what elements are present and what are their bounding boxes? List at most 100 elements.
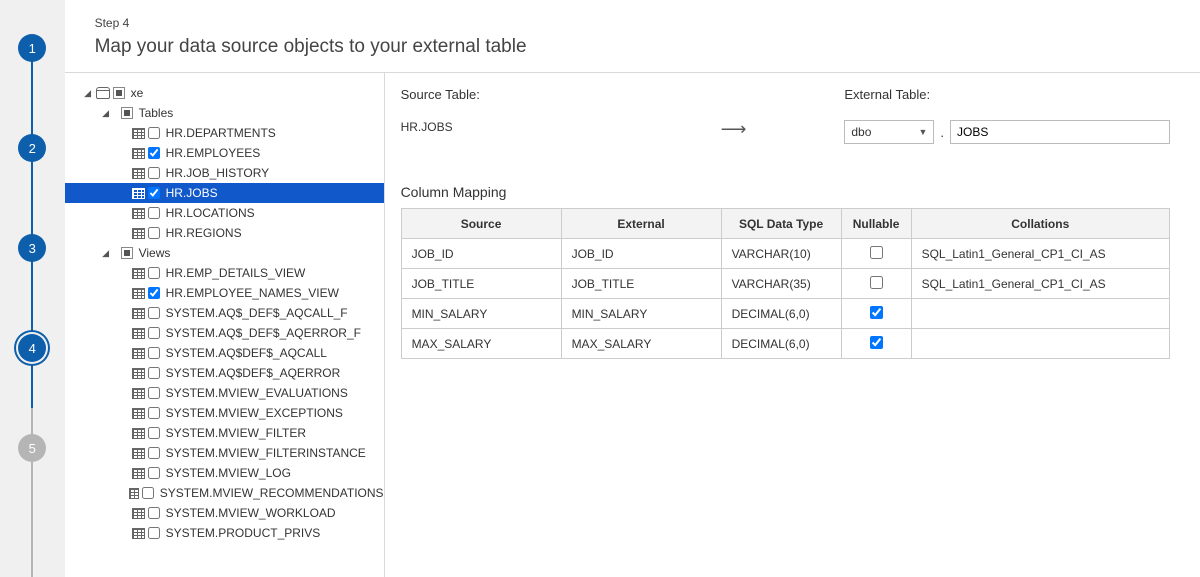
- tree-label: SYSTEM.AQ$_DEF$_AQCALL_F: [166, 306, 348, 320]
- object-checkbox[interactable]: [142, 487, 154, 499]
- tree-node[interactable]: HR.JOBS: [65, 183, 384, 203]
- tree-node[interactable]: ◢ Tables: [65, 103, 384, 123]
- cell-nullable: [841, 329, 911, 359]
- table-icon: [132, 428, 145, 439]
- tree-node[interactable]: SYSTEM.MVIEW_LOG: [65, 463, 384, 483]
- table-icon: [132, 228, 145, 239]
- tree-node[interactable]: HR.DEPARTMENTS: [65, 123, 384, 143]
- expand-icon[interactable]: ◢: [101, 248, 111, 259]
- cell-type: DECIMAL(6,0): [721, 329, 841, 359]
- col-type: SQL Data Type: [721, 209, 841, 239]
- object-checkbox[interactable]: [148, 127, 160, 139]
- expand-icon[interactable]: ◢: [101, 108, 111, 119]
- cell-external: MIN_SALARY: [561, 299, 721, 329]
- tree-label: Tables: [139, 106, 174, 120]
- database-icon: [96, 87, 110, 99]
- tristate-checkbox[interactable]: [113, 87, 125, 99]
- tree-node[interactable]: HR.EMP_DETAILS_VIEW: [65, 263, 384, 283]
- tree-label: SYSTEM.AQ$DEF$_AQCALL: [166, 346, 327, 360]
- object-checkbox[interactable]: [148, 527, 160, 539]
- tree-node[interactable]: SYSTEM.MVIEW_WORKLOAD: [65, 503, 384, 523]
- column-mapping-table: Source External SQL Data Type Nullable C…: [401, 208, 1170, 359]
- tree-node[interactable]: HR.EMPLOYEE_NAMES_VIEW: [65, 283, 384, 303]
- tristate-checkbox[interactable]: [121, 247, 133, 259]
- step-dot-4[interactable]: 4: [18, 334, 46, 362]
- table-icon: [132, 208, 145, 219]
- object-checkbox[interactable]: [148, 507, 160, 519]
- cell-type: VARCHAR(35): [721, 269, 841, 299]
- table-icon: [132, 508, 145, 519]
- column-mapping-title: Column Mapping: [401, 184, 1170, 200]
- tree-node[interactable]: SYSTEM.AQ$_DEF$_AQCALL_F: [65, 303, 384, 323]
- cell-collation: [911, 329, 1169, 359]
- tree-node[interactable]: SYSTEM.MVIEW_RECOMMENDATIONS: [65, 483, 384, 503]
- cell-source: JOB_TITLE: [401, 269, 561, 299]
- schema-select[interactable]: dbo: [844, 120, 934, 144]
- mapping-detail: Source Table: HR.JOBS ⟶ External Table: …: [385, 73, 1200, 577]
- step-dot-3[interactable]: 3: [18, 234, 46, 262]
- external-table-label: External Table:: [844, 87, 1170, 102]
- table-row[interactable]: MIN_SALARYMIN_SALARYDECIMAL(6,0): [401, 299, 1169, 329]
- tree-node[interactable]: SYSTEM.MVIEW_EVALUATIONS: [65, 383, 384, 403]
- step-dot-2[interactable]: 2: [18, 134, 46, 162]
- tree-label: HR.EMPLOYEES: [166, 146, 261, 160]
- object-checkbox[interactable]: [148, 447, 160, 459]
- object-checkbox[interactable]: [148, 407, 160, 419]
- object-checkbox[interactable]: [148, 227, 160, 239]
- external-table-input[interactable]: [950, 120, 1170, 144]
- object-checkbox[interactable]: [148, 367, 160, 379]
- step-dot-5[interactable]: 5: [18, 434, 46, 462]
- tree-node[interactable]: ◢ Views: [65, 243, 384, 263]
- tree-node[interactable]: SYSTEM.AQ$DEF$_AQCALL: [65, 343, 384, 363]
- tree-label: SYSTEM.PRODUCT_PRIVS: [166, 526, 321, 540]
- step-dot-1[interactable]: 1: [18, 34, 46, 62]
- tree-node[interactable]: HR.REGIONS: [65, 223, 384, 243]
- object-checkbox[interactable]: [148, 427, 160, 439]
- object-checkbox[interactable]: [148, 287, 160, 299]
- tree-label: SYSTEM.AQ$_DEF$_AQERROR_F: [166, 326, 361, 340]
- expand-icon[interactable]: ◢: [83, 88, 93, 99]
- tree-node[interactable]: SYSTEM.PRODUCT_PRIVS: [65, 523, 384, 543]
- cell-nullable: [841, 239, 911, 269]
- object-checkbox[interactable]: [148, 167, 160, 179]
- object-checkbox[interactable]: [148, 467, 160, 479]
- table-row[interactable]: JOB_TITLEJOB_TITLEVARCHAR(35)SQL_Latin1_…: [401, 269, 1169, 299]
- object-checkbox[interactable]: [148, 387, 160, 399]
- nullable-checkbox[interactable]: [870, 276, 883, 289]
- tree-node[interactable]: SYSTEM.AQ$_DEF$_AQERROR_F: [65, 323, 384, 343]
- nullable-checkbox[interactable]: [870, 306, 883, 319]
- tree-label: HR.EMP_DETAILS_VIEW: [166, 266, 306, 280]
- dot-separator: .: [940, 125, 944, 140]
- tree-node[interactable]: HR.LOCATIONS: [65, 203, 384, 223]
- object-tree[interactable]: ◢xe◢TablesHR.DEPARTMENTSHR.EMPLOYEESHR.J…: [65, 73, 385, 577]
- nullable-checkbox[interactable]: [870, 336, 883, 349]
- col-external: External: [561, 209, 721, 239]
- stepper-line: [31, 48, 33, 577]
- tree-node[interactable]: ◢xe: [65, 83, 384, 103]
- object-checkbox[interactable]: [148, 267, 160, 279]
- tree-node[interactable]: HR.EMPLOYEES: [65, 143, 384, 163]
- tree-label: Views: [139, 246, 171, 260]
- table-icon: [132, 528, 145, 539]
- table-row[interactable]: MAX_SALARYMAX_SALARYDECIMAL(6,0): [401, 329, 1169, 359]
- object-checkbox[interactable]: [148, 327, 160, 339]
- tree-node[interactable]: SYSTEM.MVIEW_FILTERINSTANCE: [65, 443, 384, 463]
- source-table-value: HR.JOBS: [401, 120, 681, 134]
- object-checkbox[interactable]: [148, 347, 160, 359]
- object-checkbox[interactable]: [148, 207, 160, 219]
- tree-node[interactable]: HR.JOB_HISTORY: [65, 163, 384, 183]
- table-row[interactable]: JOB_IDJOB_IDVARCHAR(10)SQL_Latin1_Genera…: [401, 239, 1169, 269]
- table-icon: [129, 488, 139, 499]
- nullable-checkbox[interactable]: [870, 246, 883, 259]
- tree-label: HR.LOCATIONS: [166, 206, 255, 220]
- object-checkbox[interactable]: [148, 307, 160, 319]
- table-icon: [132, 328, 145, 339]
- tristate-checkbox[interactable]: [121, 107, 133, 119]
- tree-node[interactable]: SYSTEM.MVIEW_FILTER: [65, 423, 384, 443]
- object-checkbox[interactable]: [148, 187, 160, 199]
- tree-label: SYSTEM.MVIEW_RECOMMENDATIONS: [160, 486, 384, 500]
- object-checkbox[interactable]: [148, 147, 160, 159]
- tree-node[interactable]: SYSTEM.AQ$DEF$_AQERROR: [65, 363, 384, 383]
- tree-node[interactable]: SYSTEM.MVIEW_EXCEPTIONS: [65, 403, 384, 423]
- schema-value: dbo: [851, 125, 871, 139]
